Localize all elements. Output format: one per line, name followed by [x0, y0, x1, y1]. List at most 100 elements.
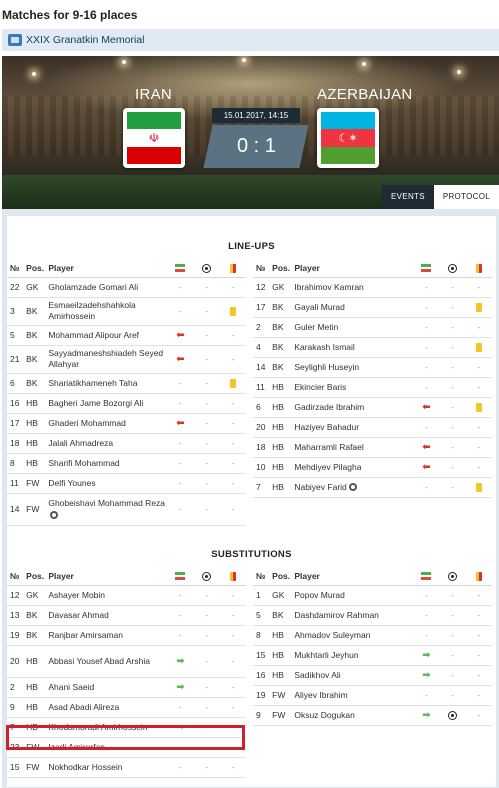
player-name-cell[interactable]: Mohammad Alipour Aref [48, 325, 168, 346]
player-row[interactable]: 5 BK Mohammad Alipour Aref ⬅ - - [7, 325, 246, 346]
player-name-cell[interactable]: Dashdamirov Rahman [294, 605, 414, 626]
player-name-cell[interactable]: Nabiyev Farid [294, 477, 414, 498]
player-row[interactable]: 16 HB Bagheri Jame Bozorgi Ali - - - [7, 393, 246, 414]
tab-protocol[interactable]: PROTOCOL [433, 185, 499, 209]
player-row[interactable]: 5 BK Dashdamirov Rahman - - - [253, 605, 492, 626]
player-name-cell[interactable]: Ranjbar Amirsaman [48, 625, 168, 646]
player-name-cell[interactable]: Esmaeilzadehshahkola Amirhossein [48, 297, 168, 326]
player-row[interactable]: 9 HB Asad Abadi Alireza - - - [7, 697, 246, 718]
player-name[interactable]: Guler Metin [294, 322, 338, 332]
player-row[interactable]: 4 BK Karakash Ismail - - [253, 337, 492, 358]
player-row[interactable]: 20 HB Abbasi Yousef Abad Arshia ➡ - - [7, 645, 246, 678]
away-team-name[interactable]: AZERBAIJAN [317, 86, 413, 103]
player-row[interactable]: 1 GK Popov Murad - - - [253, 585, 492, 606]
player-name-cell[interactable]: Sharifi Mohammad [48, 453, 168, 474]
player-name[interactable]: Oksuz Dogukan [294, 710, 354, 720]
player-name-cell[interactable]: Shariatikhameneh Taha [48, 373, 168, 394]
player-name[interactable]: Aliyev Ibrahim [294, 690, 347, 700]
player-row[interactable]: 18 HB Maharramli Rafael ⬅ - - [253, 437, 492, 458]
player-name[interactable]: Ibrahimov Kamran [294, 282, 363, 292]
player-row[interactable]: 13 BK Davasar Ahmad - - - [7, 605, 246, 626]
player-row[interactable]: 17 HB Ghaderi Mohammad ⬅ - - [7, 413, 246, 434]
player-name-cell[interactable]: Sayyadmaneshshiadeh Seyed Allahyar [48, 345, 168, 374]
player-name[interactable]: Ranjbar Amirsaman [48, 630, 123, 640]
azerbaijan-flag-icon[interactable]: ☾✶ [317, 108, 379, 168]
player-row[interactable]: 17 BK Gayali Murad - - [253, 297, 492, 318]
player-name[interactable]: Ekincier Baris [294, 382, 346, 392]
player-row[interactable]: 11 FW Delfi Younes - - - [7, 473, 246, 494]
player-name-cell[interactable]: Asad Abadi Alireza [48, 697, 168, 718]
player-name-cell[interactable]: Haziyev Bahadur [294, 417, 414, 438]
player-name-cell[interactable]: Mukhtarli Jeyhun [294, 645, 414, 666]
player-name-cell[interactable]: Ghobeishavi Mohammad Reza [48, 493, 168, 526]
player-row[interactable]: 15 HB Mukhtarli Jeyhun ➡ - - [253, 645, 492, 666]
player-name[interactable]: Karakash Ismail [294, 342, 354, 352]
player-name[interactable]: Abbasi Yousef Abad Arshia [48, 656, 150, 666]
player-row[interactable]: 21 BK Sayyadmaneshshiadeh Seyed Allahyar ⬅ -… [7, 345, 246, 374]
player-name[interactable]: Esmaeilzadehshahkola Amirhossein [48, 300, 135, 321]
player-name[interactable]: Jalali Ahmadreza [48, 438, 113, 448]
player-name[interactable]: Shariatikhameneh Taha [48, 378, 137, 388]
player-name-cell[interactable]: Seylighli Huseyin [294, 357, 414, 378]
player-name-cell[interactable]: Gholamzade Gomari Ali [48, 277, 168, 298]
player-name-cell[interactable]: Nokhodkar Hossein [48, 757, 168, 778]
player-row[interactable]: 11 HB Ekincier Baris - - - [253, 377, 492, 398]
player-row[interactable]: 7 HB Nabiyev Farid - - [253, 477, 492, 498]
player-name-cell[interactable]: Ahmadov Suleyman [294, 625, 414, 646]
player-name[interactable]: Asad Abadi Alireza [48, 702, 119, 712]
player-name[interactable]: Mohammad Alipour Aref [48, 330, 139, 340]
player-name-cell[interactable]: Guler Metin [294, 317, 414, 338]
player-name-cell[interactable]: Maharramli Rafael [294, 437, 414, 458]
player-name[interactable]: Delfi Younes [48, 478, 95, 488]
tab-events[interactable]: EVENTS [382, 185, 434, 209]
home-team-name[interactable]: IRAN [135, 86, 172, 103]
player-name[interactable]: Popov Murad [294, 590, 345, 600]
player-name[interactable]: Ghaderi Mohammad [48, 418, 125, 428]
player-name[interactable]: Gayali Murad [294, 302, 345, 312]
player-row[interactable]: 20 HB Haziyev Bahadur - - - [253, 417, 492, 438]
player-row[interactable]: 18 HB Jalali Ahmadreza - - - [7, 433, 246, 454]
player-name[interactable]: Dashdamirov Rahman [294, 610, 379, 620]
player-name-cell[interactable]: Ahani Saeid [48, 677, 168, 698]
player-name-cell[interactable]: Davasar Ahmad [48, 605, 168, 626]
player-name[interactable]: Seylighli Huseyin [294, 362, 359, 372]
player-row[interactable]: 14 BK Seylighli Huseyin - - - [253, 357, 492, 378]
tournament-bar[interactable]: XXIX Granatkin Memorial [2, 29, 499, 51]
player-name-cell[interactable]: Oksuz Dogukan [294, 705, 414, 726]
player-name-cell[interactable]: Sadikhov Ali [294, 665, 414, 686]
player-name[interactable]: Mukhtarli Jeyhun [294, 650, 358, 660]
player-row[interactable]: 14 FW Ghobeishavi Mohammad Reza - - - [7, 493, 246, 526]
player-row[interactable]: 19 BK Ranjbar Amirsaman - - - [7, 625, 246, 646]
player-name-cell[interactable]: Ashayer Mobin [48, 585, 168, 606]
player-row[interactable]: 22 GK Gholamzade Gomari Ali - - - [7, 277, 246, 298]
player-row[interactable]: 8 HB Ahmadov Suleyman - - - [253, 625, 492, 646]
player-name[interactable]: Ashayer Mobin [48, 590, 105, 600]
player-name[interactable]: Gholamzade Gomari Ali [48, 282, 138, 292]
player-row[interactable]: 6 HB Gadirzade Ibrahim ⬅ - [253, 397, 492, 418]
player-row[interactable]: 9 FW Oksuz Dogukan ➡ - [253, 705, 492, 726]
player-name-cell[interactable]: Bagheri Jame Bozorgi Ali [48, 393, 168, 414]
player-row[interactable]: 12 GK Ibrahimov Kamran - - - [253, 277, 492, 298]
player-name-cell[interactable]: Ghaderi Mohammad [48, 413, 168, 434]
player-name[interactable]: Sayyadmaneshshiadeh Seyed Allahyar [48, 348, 163, 369]
player-name[interactable]: Gadirzade Ibrahim [294, 402, 364, 412]
player-name[interactable]: Haziyev Bahadur [294, 422, 359, 432]
player-row[interactable]: 2 BK Guler Metin - - - [253, 317, 492, 338]
player-row[interactable]: 12 GK Ashayer Mobin - - - [7, 585, 246, 606]
player-row[interactable]: 8 HB Sharifi Mohammad - - - [7, 453, 246, 474]
player-name-cell[interactable]: Jalali Ahmadreza [48, 433, 168, 454]
player-name-cell[interactable]: Delfi Younes [48, 473, 168, 494]
player-name[interactable]: Nabiyev Farid [294, 482, 346, 492]
player-name[interactable]: Sadikhov Ali [294, 670, 340, 680]
player-name-cell[interactable]: Popov Murad [294, 585, 414, 606]
player-row[interactable]: 16 HB Sadikhov Ali ➡ - - [253, 665, 492, 686]
player-row[interactable]: 6 BK Shariatikhameneh Taha - - [7, 373, 246, 394]
player-name-cell[interactable]: Ekincier Baris [294, 377, 414, 398]
player-row[interactable]: 3 BK Esmaeilzadehshahkola Amirhossein - - [7, 297, 246, 326]
player-row[interactable]: 10 HB Mehdiyev Pilagha ⬅ - - [253, 457, 492, 478]
player-name[interactable]: Davasar Ahmad [48, 610, 108, 620]
player-name[interactable]: Mehdiyev Pilagha [294, 462, 361, 472]
iran-flag-icon[interactable]: ☫ [123, 108, 185, 168]
player-name[interactable]: Ghobeishavi Mohammad Reza [48, 498, 165, 508]
player-name-cell[interactable]: Abbasi Yousef Abad Arshia [48, 645, 168, 678]
